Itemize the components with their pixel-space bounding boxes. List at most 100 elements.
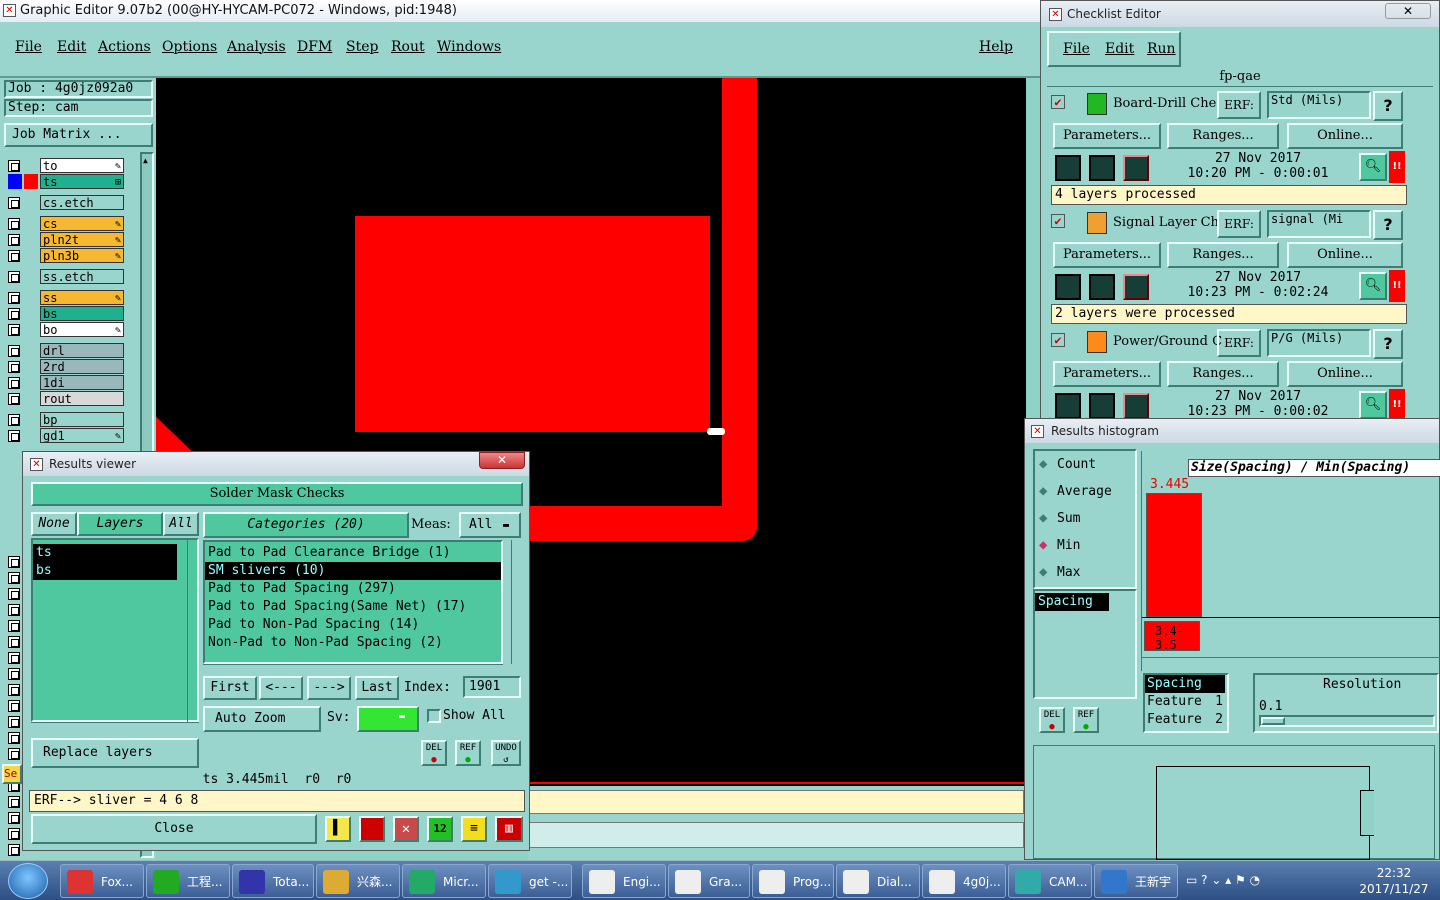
menu-file[interactable]: File <box>15 39 42 55</box>
layer-row[interactable]: bo ✎ <box>6 322 124 337</box>
layer-row[interactable]: rout <box>6 391 124 406</box>
layer-checkbox[interactable] <box>8 393 20 405</box>
ref-button[interactable]: REF ● <box>455 740 481 766</box>
layer-checkbox[interactable] <box>8 430 20 442</box>
radio-diamond-icon[interactable]: ◆ <box>1039 532 1047 559</box>
pause-icon[interactable]: ▌ <box>325 816 351 842</box>
layer-checkbox[interactable] <box>8 160 20 172</box>
undo-button[interactable]: UNDO ↺ <box>491 740 521 766</box>
layer-checkbox[interactable] <box>8 345 20 357</box>
check-enable-checkbox[interactable]: ✔ <box>1051 333 1065 347</box>
category-item[interactable]: Pad to Pad Spacing(Same Net) (17) <box>205 598 501 616</box>
layer-name[interactable]: gd1 ✎ <box>40 428 124 443</box>
layer-checkbox[interactable] <box>8 796 20 808</box>
checklist-menu-edit[interactable]: Edit <box>1105 41 1134 57</box>
menu-step[interactable]: Step <box>346 39 378 55</box>
taskbar-item[interactable]: Prog... <box>752 864 834 898</box>
next-button[interactable]: ---> <box>307 676 351 700</box>
parameters-button[interactable]: Parameters... <box>1053 361 1161 387</box>
erf-param-field[interactable]: signal (Mi <box>1267 210 1371 238</box>
main-command-line[interactable] <box>528 822 1024 848</box>
notes-icon[interactable]: ≡ <box>461 816 487 842</box>
auto-zoom-dropdown[interactable]: Auto Zoom <box>203 706 321 732</box>
layer-checkbox[interactable] <box>8 556 20 568</box>
ranges-button[interactable]: Ranges... <box>1167 242 1279 268</box>
zoom-results-icon[interactable]: 🔍︎ <box>1359 153 1387 181</box>
layer-result-item[interactable]: bs <box>33 562 177 580</box>
checklist-menu-run[interactable]: Run <box>1147 41 1176 57</box>
online-button[interactable]: Online... <box>1287 242 1403 268</box>
layer-checkbox[interactable] <box>8 668 20 680</box>
meas-dropdown[interactable]: All ▬ <box>459 512 521 538</box>
histogram-option[interactable]: ◆ Count <box>1035 451 1135 478</box>
histogram-option[interactable]: ◆ Min <box>1035 532 1135 559</box>
taskbar-item[interactable]: 工程... <box>146 864 230 898</box>
online-button[interactable]: Online... <box>1287 123 1403 149</box>
layer-row[interactable]: drl <box>6 343 124 358</box>
layer-row[interactable]: cs.etch <box>6 195 124 210</box>
layer-checkbox[interactable] <box>8 732 20 744</box>
layer-checkbox[interactable] <box>8 620 20 632</box>
parameters-button[interactable]: Parameters... <box>1053 123 1161 149</box>
close-button[interactable]: Close <box>31 814 317 844</box>
scroll-up-icon[interactable]: ▲ <box>143 156 152 166</box>
job-matrix-button[interactable]: Job Matrix ... <box>4 123 153 147</box>
layer-result-item[interactable]: ts <box>33 544 177 562</box>
layer-row[interactable]: ss.etch <box>6 269 124 284</box>
layer-checkbox[interactable] <box>8 828 20 840</box>
run-activate-icon[interactable] <box>1089 393 1115 419</box>
first-button[interactable]: First <box>203 676 257 700</box>
ranges-button[interactable]: Ranges... <box>1167 123 1279 149</box>
none-button[interactable]: None <box>31 512 77 536</box>
feature-table-row[interactable]: Spacing <box>1145 675 1225 693</box>
layer-checkbox[interactable] <box>8 218 20 230</box>
categories-button[interactable]: Categories (20) <box>203 512 409 538</box>
layer-checkbox[interactable] <box>8 684 20 696</box>
category-item[interactable]: Pad to Non-Pad Spacing (14) <box>205 616 501 634</box>
check-name[interactable]: Board-Drill Che <box>1113 96 1233 111</box>
layer-name[interactable]: drl <box>40 343 124 358</box>
layer-row[interactable]: pln3b ✎ <box>6 248 124 263</box>
layer-name[interactable]: to ✎ <box>40 158 124 173</box>
close-window-icon[interactable]: ✕ <box>479 452 525 469</box>
histogram-item[interactable]: Spacing <box>1035 593 1109 611</box>
index-input[interactable]: 1901 <box>463 676 521 698</box>
sliver-marker[interactable] <box>707 428 725 435</box>
category-scrollbar-h[interactable] <box>203 664 503 676</box>
layer-checkbox[interactable] <box>8 414 20 426</box>
resolution-slider-thumb[interactable] <box>1261 717 1285 725</box>
checklist-menu-file[interactable]: File <box>1063 41 1090 57</box>
layer-checkbox[interactable] <box>8 716 20 728</box>
layer-checkbox[interactable] <box>8 377 20 389</box>
layer-row[interactable]: ts ⊞ <box>6 174 124 189</box>
taskbar-item[interactable]: Gra... <box>668 864 750 898</box>
menu-options[interactable]: Options <box>162 39 217 55</box>
layer-row[interactable]: 2rd <box>6 359 124 374</box>
category-item[interactable]: Pad to Pad Spacing (297) <box>205 580 501 598</box>
layer-checkbox[interactable] <box>8 308 20 320</box>
erf-button[interactable]: ERF: <box>1217 210 1261 238</box>
histogram-option[interactable]: ◆ Max <box>1035 559 1135 586</box>
online-button[interactable]: Online... <box>1287 361 1403 387</box>
layers-button[interactable]: Layers <box>77 512 163 536</box>
check-help-button[interactable]: ? <box>1373 329 1403 359</box>
layer-checkbox[interactable] <box>8 250 20 262</box>
all-button[interactable]: All <box>163 512 199 536</box>
taskbar-item[interactable]: Dial... <box>836 864 920 898</box>
menu-dfm[interactable]: DFM <box>297 39 332 55</box>
radio-diamond-icon[interactable]: ◆ <box>1039 451 1047 478</box>
run-check-icon[interactable] <box>1055 274 1081 300</box>
category-list[interactable]: Pad to Pad Clearance Bridge (1) SM sliver… <box>203 540 503 664</box>
run-activate-icon[interactable] <box>1089 274 1115 300</box>
layer-name[interactable]: 1di <box>40 375 124 390</box>
layer-checkbox[interactable] <box>8 324 20 336</box>
layer-name[interactable]: cs.etch <box>40 195 124 210</box>
histogram-items-list[interactable]: Spacing <box>1033 589 1137 699</box>
layer-row[interactable]: gd1 ✎ <box>6 428 124 443</box>
run-check-icon[interactable] <box>1055 155 1081 181</box>
category-item[interactable]: Non-Pad to Non-Pad Spacing (2) <box>205 634 501 652</box>
layer-checkbox[interactable] <box>8 636 20 648</box>
clear-results-icon[interactable]: ✕ <box>393 816 419 842</box>
sv-color-dropdown[interactable]: ▬ <box>357 706 419 732</box>
layer-name[interactable]: ss ✎ <box>40 290 124 305</box>
